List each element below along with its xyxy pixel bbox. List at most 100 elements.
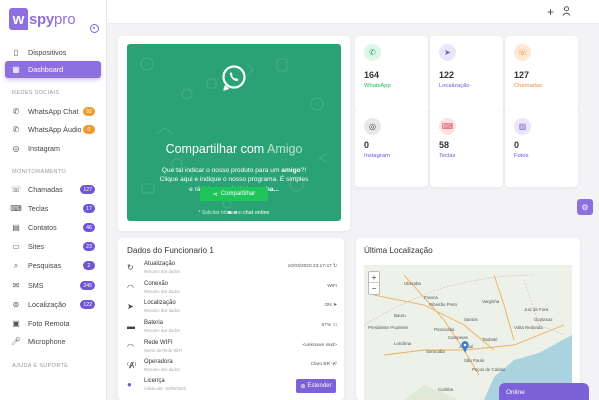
share-title: Compartilhar com Amigo — [127, 142, 341, 156]
row-subtitle: Resumo dos dados — [144, 367, 181, 372]
sidebar-item-chamadas[interactable]: ☏ Chamadas 127 — [5, 181, 101, 198]
sidebar-item-label: Sites — [28, 242, 44, 251]
sidebar-item-label: Foto Remota — [28, 319, 70, 328]
stat-label: Teclas — [439, 153, 456, 159]
map-label: Varginha — [482, 299, 500, 304]
sms-icon: ✉ — [12, 281, 20, 290]
row-subtitle: Resumo dos dados — [144, 328, 181, 333]
cart-icon: ⊕ — [300, 383, 306, 390]
map-marker-icon[interactable] — [461, 341, 469, 353]
stat-label: Chamadas — [514, 83, 543, 89]
zoom-in-button[interactable]: + — [369, 272, 379, 283]
extend-button-label: Estender — [307, 383, 332, 389]
badge-count: 245 — [80, 281, 95, 290]
carousel-dot[interactable] — [234, 211, 237, 214]
sidebar-item-label: Dispositivos — [28, 48, 67, 57]
map-label: Franca — [424, 295, 438, 300]
sidebar-item-teclas[interactable]: ⌨ Teclas 17 — [5, 200, 101, 217]
row-value: ON ➤ — [324, 303, 337, 308]
map-label: Goytacaz — [534, 317, 553, 322]
row-title: Localização — [144, 300, 176, 306]
online-chat-widget[interactable]: Online — [499, 383, 589, 400]
row-title: Conexão — [144, 281, 169, 287]
user-account-icon[interactable] — [562, 6, 571, 16]
sidebar-item-contatos[interactable]: ▤ Contatos 46 — [5, 219, 101, 236]
badge-count: 92 — [83, 107, 95, 116]
location-map[interactable]: Uberaba Franca Ribeirão Preto Varginha B… — [364, 265, 572, 400]
badge-count: 122 — [80, 300, 95, 309]
share-title-text: Compartilhar com — [165, 142, 267, 156]
share-title-highlight: Amigo — [267, 142, 303, 156]
stat-label: WhatsApp — [364, 83, 391, 89]
badge-count: 0 — [83, 125, 95, 134]
sidebar-item-label: Dashboard — [28, 65, 64, 74]
bonus-hint-link[interactable]: chat online — [243, 210, 269, 216]
sidebar-item-sms[interactable]: ✉ SMS 245 — [5, 277, 101, 294]
map-label: São Paulo — [464, 358, 485, 363]
map-label: Juiz de Fora — [524, 307, 549, 312]
stat-value: 164 — [364, 70, 380, 80]
map-label: Presidente Prudente — [368, 325, 409, 330]
stat-card-localizacao[interactable]: ➤ 122 Localização — [430, 36, 503, 113]
location-icon: ➤ — [439, 44, 456, 61]
settings-gear-icon[interactable]: ⚙ — [577, 199, 593, 215]
sidebar-item-localizacao[interactable]: ⊚ Localização 122 — [5, 296, 101, 313]
info-row-localizacao: ➤ Localização Resumo dos dados ON ➤ — [127, 300, 340, 320]
sidebar-item-instagram[interactable]: ◎ Instagram — [5, 140, 101, 157]
badge-count: 46 — [83, 223, 95, 232]
sidebar-item-whatsapp-chat[interactable]: ✆ WhatsApp Chat 92 — [5, 103, 101, 120]
row-subtitle: Resumo dos dados — [144, 289, 181, 294]
section-social-heading: REDES SOCIAIS — [12, 90, 60, 96]
sidebar-item-label: Teclas — [28, 204, 49, 213]
brand-logo[interactable]: w spy pro — [9, 8, 76, 30]
keyboard-icon: ⌨ — [439, 118, 456, 135]
sidebar-item-label: Microphone — [28, 337, 66, 346]
stat-value: 122 — [439, 70, 455, 80]
add-icon[interactable]: + — [547, 5, 554, 19]
section-monitor-heading: MONITORAMENTO — [12, 169, 67, 175]
sidebar-item-microphone[interactable]: 🎤︎ Microphone — [5, 333, 101, 350]
photo-icon: ▨ — [514, 118, 531, 135]
stat-card-teclas[interactable]: ⌨ 58 Teclas — [430, 110, 503, 187]
carousel-dot[interactable] — [228, 211, 231, 214]
share-icon: ⋖ — [212, 191, 218, 198]
search-icon: ⌕ — [13, 260, 19, 270]
info-row-rede-wifi: ◠ Rede WIFI Nome da Rede WIFI <unknown s… — [127, 340, 340, 360]
sidebar-item-whatsapp-audio[interactable]: ✆ WhatsApp Áudio 0 — [5, 121, 101, 138]
zoom-out-button[interactable]: − — [369, 283, 379, 294]
stat-card-whatsapp[interactable]: ✆ 164 WhatsApp — [355, 36, 428, 113]
sidebar-item-label: Contatos — [28, 223, 57, 232]
refresh-icon: ↻ — [127, 263, 134, 272]
keyboard-icon: ⌨ — [10, 204, 22, 213]
stat-value: 0 — [514, 140, 520, 150]
logo-name-light: pro — [53, 10, 76, 28]
camera-icon: ▣ — [12, 319, 20, 328]
stat-card-chamadas[interactable]: ☏ 127 Chamadas — [505, 36, 578, 113]
whatsapp-audio-icon: ✆ — [12, 125, 20, 134]
sidebar-toggle-icon[interactable] — [90, 24, 99, 33]
badge-count: 2 — [83, 261, 95, 270]
employee-title: Dados do Funcionario 1 — [127, 246, 214, 255]
stat-label: Localização — [439, 83, 470, 89]
share-button[interactable]: ⋖ Compartilhar — [200, 187, 268, 201]
sidebar-item-dispositivos[interactable]: ▯ Dispositivos — [5, 44, 101, 61]
share-button-label: Compartilhar — [220, 191, 256, 197]
map-label: Curitiba — [438, 387, 454, 392]
sidebar-item-label: Chamadas — [28, 185, 63, 194]
call-icon: ☏ — [514, 44, 531, 61]
stat-card-fotos[interactable]: ▨ 0 Fotos — [505, 110, 578, 187]
extend-license-button[interactable]: ⊕ Estender — [296, 379, 336, 393]
sidebar-item-pesquisas[interactable]: ⌕ Pesquisas 2 — [5, 257, 101, 274]
call-icon: ☏ — [11, 185, 22, 194]
stat-label: Instagram — [364, 153, 390, 159]
stat-card-instagram[interactable]: ◎ 0 Instagram — [355, 110, 428, 187]
sites-icon: ▭ — [12, 242, 20, 251]
row-title: Bateria — [144, 320, 164, 326]
share-text-part: Que tal indicar o nosso produto para um — [161, 167, 282, 174]
chat-label: Online — [506, 389, 525, 396]
sidebar-item-foto-remota[interactable]: ▣ Foto Remota — [5, 315, 101, 332]
map-canvas — [364, 265, 572, 400]
badge-count: 23 — [83, 242, 95, 251]
sidebar-item-sites[interactable]: ▭ Sites 23 — [5, 238, 101, 255]
sidebar-item-dashboard[interactable]: ▦ Dashboard — [5, 61, 101, 78]
